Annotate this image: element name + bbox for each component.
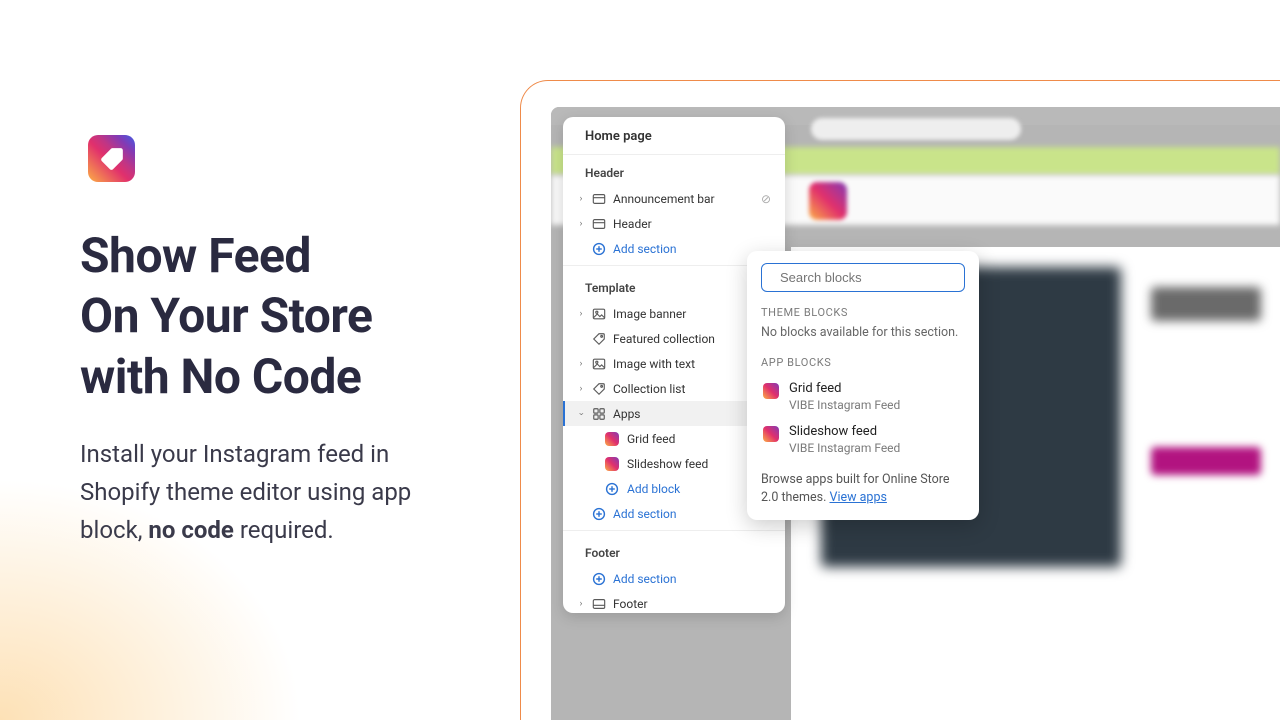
app-block-icon [605, 432, 619, 446]
chevron-right-icon: › [577, 194, 585, 204]
add-block-popover: THEME BLOCKS No blocks available for thi… [747, 251, 979, 520]
headline-line-1: Show Feed [80, 227, 311, 284]
chevron-right-icon: › [577, 309, 585, 319]
subheadline: Install your Instagram feed in Shopify t… [80, 436, 470, 550]
headline-line-3: with No Code [80, 348, 361, 405]
block-subtitle: VIBE Instagram Feed [789, 398, 900, 412]
apps-icon [592, 407, 606, 421]
image-icon [592, 357, 606, 371]
section-label: Announcement bar [613, 192, 754, 206]
add-section-label: Add section [613, 572, 771, 586]
theme-blocks-empty: No blocks available for this section. [761, 325, 965, 340]
search-input[interactable] [780, 270, 956, 285]
layout-icon [592, 192, 606, 206]
tag-icon [592, 332, 606, 346]
layout-icon [592, 217, 606, 231]
plus-circle-icon [605, 482, 619, 496]
preview-buy-button [1151, 447, 1261, 475]
search-blocks[interactable] [761, 263, 965, 292]
section-label: Footer [613, 597, 771, 611]
add-section-footer[interactable]: Add section [563, 566, 785, 591]
panel-title: Home page [563, 117, 785, 155]
section-announcement-bar[interactable]: › Announcement bar ⊘ [563, 186, 785, 211]
headline: Show Feed On Your Store with No Code [80, 226, 500, 407]
chevron-right-icon: › [577, 599, 585, 609]
sub-post: required. [234, 516, 334, 544]
group-footer-label: Footer [563, 535, 785, 566]
app-block-icon [763, 383, 779, 399]
plus-circle-icon [592, 572, 606, 586]
view-apps-link[interactable]: View apps [830, 490, 887, 505]
group-header-label: Header [563, 155, 785, 186]
preview-logo [809, 182, 847, 220]
preview-product-title [1151, 287, 1261, 321]
section-label: Header [613, 217, 771, 231]
theme-blocks-label: THEME BLOCKS [761, 306, 965, 319]
chevron-right-icon: › [577, 219, 585, 229]
popover-footer: Browse apps built for Online Store 2.0 t… [761, 471, 965, 506]
app-icon-inner [88, 135, 135, 182]
app-block-icon [605, 457, 619, 471]
chevron-down-icon: › [576, 410, 586, 418]
layout-icon [592, 597, 606, 611]
plus-circle-icon [592, 242, 606, 256]
app-blocks-label: APP BLOCKS [761, 356, 965, 369]
chevron-right-icon: › [577, 359, 585, 369]
hidden-icon[interactable]: ⊘ [761, 192, 771, 206]
section-header[interactable]: › Header [563, 211, 785, 236]
image-icon [592, 307, 606, 321]
divider [563, 530, 785, 531]
editor-frame: Home page Header › Announcement bar ⊘ › … [520, 80, 1280, 720]
app-block-icon [763, 426, 779, 442]
editor-preview: Home page Header › Announcement bar ⊘ › … [551, 107, 1280, 720]
tag-icon [99, 146, 125, 172]
block-title: Grid feed [789, 381, 900, 396]
headline-line-2: On Your Store [80, 287, 372, 344]
preview-page-select [811, 118, 1021, 140]
block-subtitle: VIBE Instagram Feed [789, 441, 900, 455]
tag-icon [592, 382, 606, 396]
sub-bold: no code [148, 516, 234, 544]
section-footer[interactable]: › Footer [563, 591, 785, 613]
chevron-right-icon: › [577, 384, 585, 394]
plus-circle-icon [592, 507, 606, 521]
block-title: Slideshow feed [789, 424, 900, 439]
app-icon [80, 127, 143, 190]
app-block-slideshow-feed[interactable]: Slideshow feed VIBE Instagram Feed [761, 418, 965, 461]
add-section-label: Add section [613, 242, 771, 256]
app-block-grid-feed[interactable]: Grid feed VIBE Instagram Feed [761, 375, 965, 418]
